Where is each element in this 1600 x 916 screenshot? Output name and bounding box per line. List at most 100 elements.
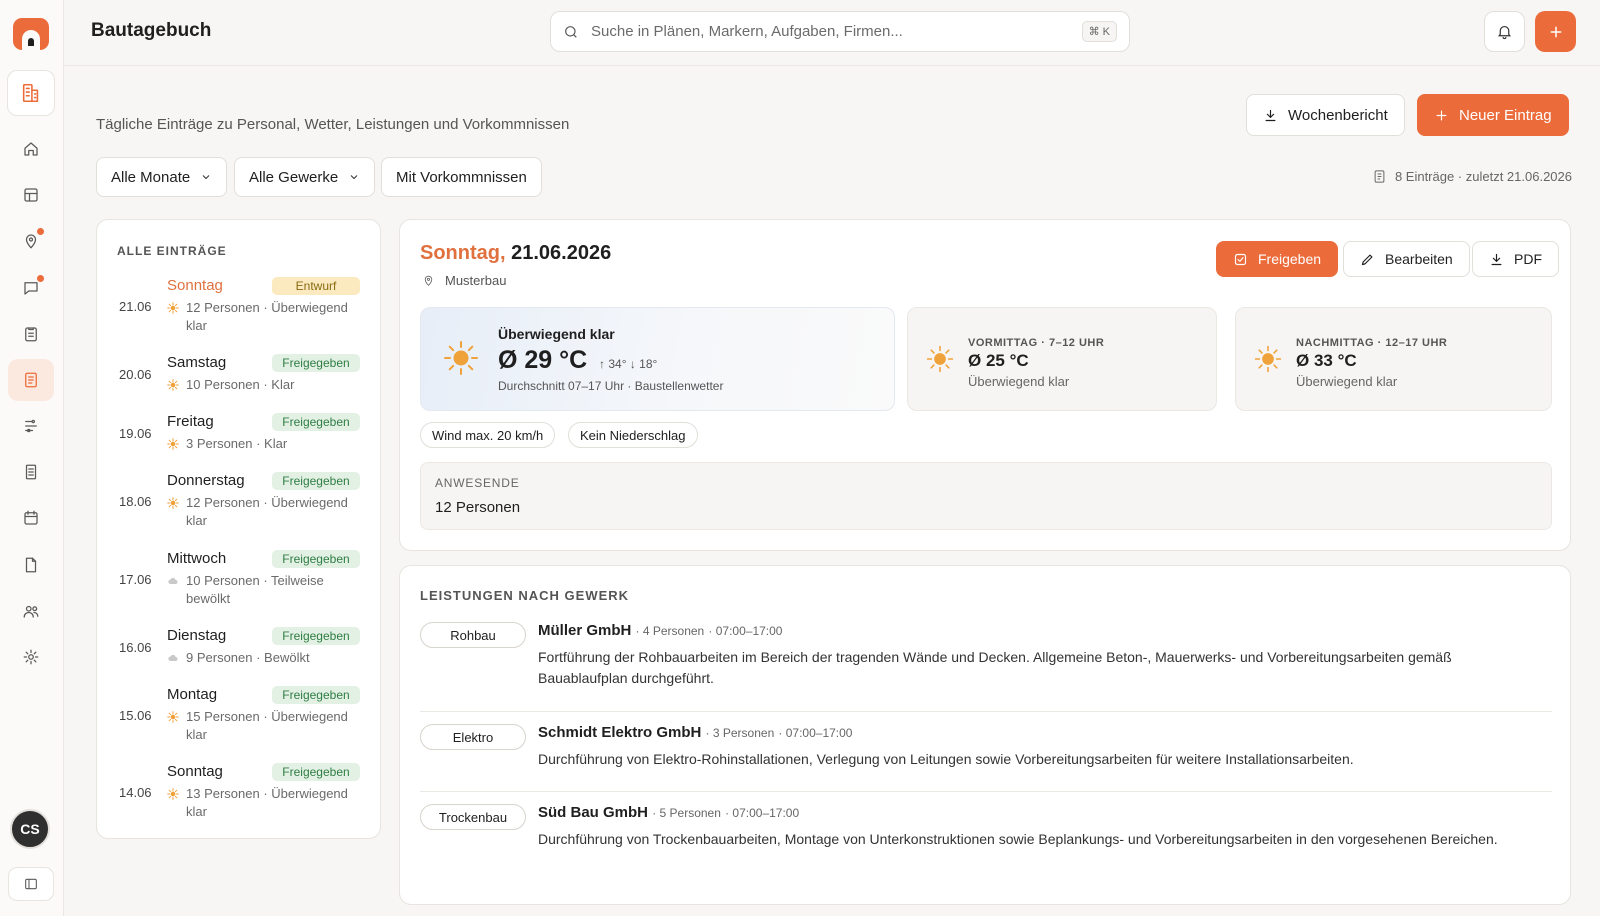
rail-marker-button[interactable]: [8, 220, 54, 262]
entry-location: Musterbau: [422, 273, 506, 288]
plans-icon: [24, 188, 38, 202]
rail-home-button[interactable]: [8, 128, 54, 170]
status-badge: Freigegeben: [272, 763, 360, 781]
weather-range: ↑ 34° ↓ 18°: [599, 357, 658, 371]
trade-badge: Trockenbau: [420, 804, 526, 830]
service-persons: · 4 Personen: [635, 624, 705, 638]
document-icon: [25, 557, 37, 573]
entry-meta: 13 Personen · Überwiegend klar: [167, 785, 352, 821]
search-shortcut-hint: ⌘ K: [1081, 21, 1117, 42]
service-header: Schmidt Elektro GmbH · 3 Personen · 07:0…: [538, 724, 852, 741]
rail-settings-button[interactable]: [8, 636, 54, 678]
entry-count-text: 8 Einträge · zuletzt 21.06.2026: [1394, 169, 1572, 184]
pdf-button[interactable]: PDF: [1472, 241, 1559, 277]
entry-date: 18.06: [119, 494, 152, 509]
weather-afternoon-desc: Überwiegend klar: [1296, 374, 1398, 389]
notifications-button[interactable]: [1484, 11, 1525, 52]
pdf-label: PDF: [1514, 251, 1542, 267]
bell-icon: [1497, 25, 1512, 40]
entry-date: 17.06: [119, 572, 152, 587]
filter-month-dropdown[interactable]: Alle Monate: [96, 157, 228, 197]
entry-meta-text: 13 Personen · Überwiegend klar: [186, 786, 348, 819]
entry-meta-text: 10 Personen · Teilweise bewölkt: [186, 573, 324, 606]
left-rail: CS: [0, 0, 64, 916]
entry-day: Samstag: [167, 354, 227, 371]
search-input[interactable]: [591, 23, 1082, 40]
filter-trade-dropdown[interactable]: Alle Gewerke: [234, 157, 376, 197]
building-icon: [22, 83, 39, 103]
approve-button[interactable]: Freigeben: [1216, 241, 1339, 277]
rail-report-button[interactable]: [8, 451, 54, 493]
entry-detail-title: Sonntag, 21.06.2026: [420, 242, 611, 265]
plus-icon: [1550, 26, 1561, 37]
status-badge: Freigegeben: [272, 413, 360, 431]
status-badge: Freigegeben: [272, 550, 360, 568]
plus-icon: [1436, 110, 1447, 120]
collapse-sidebar-button[interactable]: [8, 867, 54, 901]
location-pin-icon: [424, 275, 433, 286]
sun-icon: [926, 345, 954, 373]
rail-team-button[interactable]: [8, 590, 54, 632]
sun-icon: [167, 788, 179, 800]
sun-icon: [167, 438, 179, 450]
user-avatar[interactable]: CS: [10, 809, 50, 849]
rail-tasks-button[interactable]: [8, 313, 54, 355]
quick-add-button[interactable]: [1535, 11, 1576, 52]
entry-meta: 12 Personen · Überwiegend klar: [167, 299, 352, 335]
status-badge: Freigegeben: [272, 354, 360, 372]
search-icon: [565, 25, 577, 38]
rail-calendar-button[interactable]: [8, 497, 54, 539]
filter-trade-label: Alle Gewerke: [249, 168, 339, 186]
weather-morning: VORMITTAG · 7–12 UHR Ø 25 °C Überwiegend…: [907, 307, 1217, 411]
entry-day: Mittwoch: [167, 550, 227, 567]
entry-meta-text: 9 Personen · Bewölkt: [186, 650, 310, 665]
edit-button[interactable]: Bearbeiten: [1343, 241, 1470, 277]
document-icon: [1374, 170, 1385, 183]
schedule-icon: [25, 419, 37, 433]
rail-plans-button[interactable]: [8, 174, 54, 216]
pencil-icon: [1361, 254, 1373, 265]
app-logo[interactable]: [13, 18, 49, 50]
entry-meta-text: 3 Personen · Klar: [186, 436, 288, 451]
present-persons: ANWESENDE 12 Personen: [420, 462, 1552, 530]
service-time: · 07:00–17:00: [725, 806, 800, 820]
entry-count: 8 Einträge · zuletzt 21.06.2026: [1372, 169, 1572, 184]
calendar-icon: [24, 510, 38, 525]
edit-label: Bearbeiten: [1385, 251, 1453, 267]
weather-afternoon-temp: Ø 33 °C: [1296, 351, 1357, 370]
weather-label: Überwiegend klar: [498, 326, 615, 342]
status-badge: Entwurf: [272, 277, 360, 295]
status-badge: Freigegeben: [272, 686, 360, 704]
sun-icon: [167, 302, 179, 314]
chevron-down-icon: [202, 175, 210, 180]
weather-morning-label: VORMITTAG · 7–12 UHR: [968, 337, 1105, 349]
sun-icon: [167, 379, 179, 391]
rail-schedule-button[interactable]: [8, 405, 54, 447]
filter-incidents-toggle[interactable]: Mit Vorkommnissen: [381, 157, 542, 197]
service-description: Fortführung der Rohbauarbeiten im Bereic…: [538, 649, 1452, 686]
checkbox-icon: [1234, 253, 1247, 265]
weather-summary: Überwiegend klar Ø 29 °C ↑ 34° ↓ 18° Dur…: [420, 307, 895, 411]
entry-day: Montag: [167, 686, 218, 703]
chat-icon: [24, 282, 38, 295]
entry-date: 20.06: [119, 367, 152, 382]
service-description: Durchführung von Trockenbauarbeiten, Mon…: [538, 831, 1498, 847]
search-box[interactable]: ⌘ K: [550, 11, 1130, 52]
entries-list-title: ALLE EINTRÄGE: [117, 244, 227, 258]
weekly-report-button[interactable]: Wochenbericht: [1246, 94, 1405, 136]
trade-badge: Elektro: [420, 724, 526, 750]
top-bar: Bautagebuch ⌘ K: [64, 0, 1600, 66]
chevron-down-icon: [350, 175, 358, 180]
project-switcher-button[interactable]: [7, 70, 55, 116]
entry-date: 14.06: [119, 785, 152, 800]
present-value: 12 Personen: [435, 499, 521, 516]
download-icon: [1491, 253, 1502, 265]
entry-meta-text: 10 Personen · Klar: [186, 377, 295, 392]
rail-document-button[interactable]: [8, 544, 54, 586]
sidebar-toggle-icon: [25, 878, 37, 890]
new-entry-label: Neuer Eintrag: [1459, 106, 1552, 124]
new-entry-button[interactable]: Neuer Eintrag: [1417, 94, 1569, 136]
rail-chat-button[interactable]: [8, 267, 54, 309]
rail-diary-button[interactable]: [8, 359, 54, 401]
company-name: Süd Bau GmbH: [538, 804, 649, 821]
